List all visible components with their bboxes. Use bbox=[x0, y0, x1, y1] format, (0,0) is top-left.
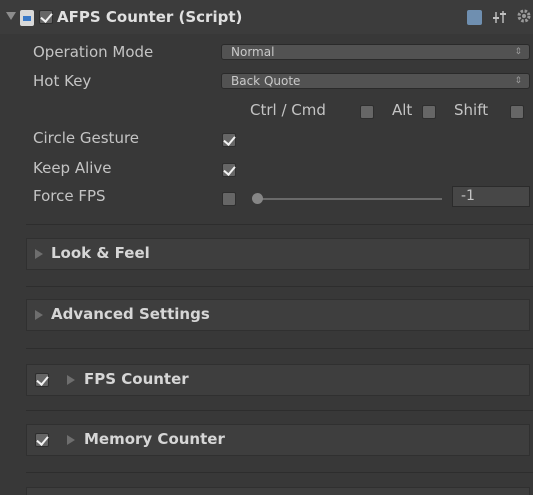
operation-mode-dropdown[interactable]: Normal ⇕ bbox=[221, 44, 530, 60]
fps-counter-enabled-checkbox[interactable] bbox=[35, 373, 49, 387]
section-title: Advanced Settings bbox=[51, 305, 210, 323]
hot-key-label: Hot Key bbox=[33, 72, 92, 90]
section-title: FPS Counter bbox=[84, 370, 189, 388]
foldout-arrow-icon[interactable] bbox=[6, 12, 16, 20]
expand-arrow-icon bbox=[67, 375, 75, 385]
operation-mode-label: Operation Mode bbox=[33, 43, 154, 61]
gear-icon[interactable] bbox=[516, 8, 533, 25]
section-look-and-feel[interactable]: Look & Feel bbox=[26, 238, 530, 270]
divider bbox=[26, 472, 533, 473]
dropdown-arrows-icon: ⇕ bbox=[514, 47, 522, 57]
component-enabled-checkbox[interactable] bbox=[39, 10, 53, 24]
force-fps-value-field[interactable]: -1 bbox=[452, 186, 530, 207]
script-icon bbox=[20, 10, 34, 26]
expand-arrow-icon bbox=[35, 310, 43, 320]
section-title: Memory Counter bbox=[84, 430, 225, 448]
shift-checkbox[interactable] bbox=[510, 105, 524, 119]
shift-label: Shift bbox=[454, 101, 489, 119]
force-fps-checkbox[interactable] bbox=[222, 192, 236, 206]
circle-gesture-label: Circle Gesture bbox=[33, 129, 140, 147]
component-title: AFPS Counter (Script) bbox=[57, 8, 243, 26]
dropdown-arrows-icon: ⇕ bbox=[514, 76, 522, 86]
force-fps-label: Force FPS bbox=[33, 187, 106, 205]
keep-alive-label: Keep Alive bbox=[33, 159, 112, 177]
expand-arrow-icon bbox=[35, 249, 43, 259]
expand-arrow-icon bbox=[67, 435, 75, 445]
force-fps-slider-track[interactable] bbox=[258, 198, 442, 200]
section-memory-counter[interactable]: Memory Counter bbox=[26, 424, 530, 456]
ctrl-cmd-checkbox[interactable] bbox=[360, 105, 374, 119]
hot-key-value: Back Quote bbox=[231, 74, 301, 88]
section-title: Look & Feel bbox=[51, 244, 150, 262]
divider bbox=[26, 224, 533, 225]
alt-label: Alt bbox=[392, 101, 413, 119]
ctrl-cmd-label: Ctrl / Cmd bbox=[250, 101, 326, 119]
memory-counter-enabled-checkbox[interactable] bbox=[35, 433, 49, 447]
divider bbox=[26, 348, 533, 349]
operation-mode-value: Normal bbox=[231, 45, 275, 59]
force-fps-value: -1 bbox=[461, 188, 475, 204]
preset-sliders-icon[interactable] bbox=[492, 9, 508, 25]
alt-checkbox[interactable] bbox=[422, 105, 436, 119]
keep-alive-checkbox[interactable] bbox=[222, 163, 236, 177]
hot-key-dropdown[interactable]: Back Quote ⇕ bbox=[221, 73, 530, 89]
section-fps-counter[interactable]: FPS Counter bbox=[26, 364, 530, 396]
circle-gesture-checkbox[interactable] bbox=[222, 133, 236, 147]
divider bbox=[26, 410, 533, 411]
book-help-icon[interactable] bbox=[467, 10, 482, 25]
section-next-partial[interactable] bbox=[26, 487, 530, 495]
divider bbox=[26, 286, 533, 287]
force-fps-slider-thumb[interactable] bbox=[252, 193, 263, 204]
section-advanced-settings[interactable]: Advanced Settings bbox=[26, 299, 530, 331]
